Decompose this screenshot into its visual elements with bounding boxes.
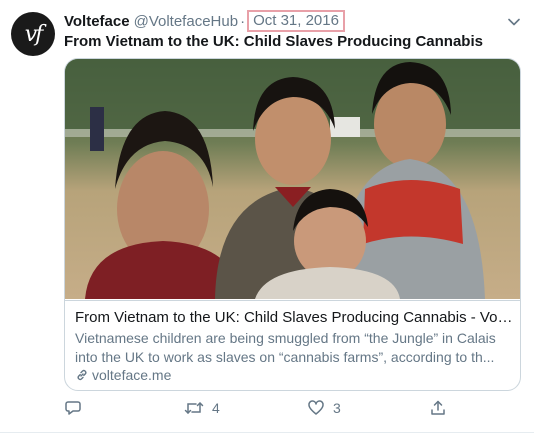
card-domain-link[interactable]: volteface.me — [75, 367, 171, 383]
card-image[interactable] — [65, 59, 520, 299]
retweet-count: 4 — [212, 400, 220, 416]
retweet-button[interactable]: 4 — [184, 397, 220, 419]
reply-icon — [65, 401, 81, 415]
heart-icon — [308, 400, 324, 415]
card-domain[interactable]: volteface.me — [92, 367, 171, 383]
share-icon — [431, 400, 445, 415]
tweet-header: Volteface @VoltefaceHub · Oct 31, 2016 — [64, 10, 345, 32]
chevron-down-icon[interactable] — [506, 14, 522, 30]
retweet-icon — [184, 402, 204, 414]
avatar-logo-text: vf — [24, 21, 44, 47]
tweet-actions: 4 3 — [64, 397, 519, 419]
tweet[interactable]: vf Volteface @VoltefaceHub · Oct 31, 201… — [0, 0, 534, 433]
like-count: 3 — [333, 400, 341, 416]
separator-dot: · — [240, 12, 246, 30]
like-button[interactable]: 3 — [307, 397, 341, 419]
tweet-text: From Vietnam to the UK: Child Slaves Pro… — [64, 33, 483, 50]
card-title[interactable]: From Vietnam to the UK: Child Slaves Pro… — [75, 309, 515, 326]
reply-button[interactable] — [64, 397, 82, 419]
card-description: Vietnamese children are being smuggled f… — [75, 329, 515, 367]
share-button[interactable] — [429, 397, 447, 419]
card-body[interactable]: From Vietnam to the UK: Child Slaves Pro… — [65, 300, 520, 390]
link-card[interactable]: From Vietnam to the UK: Child Slaves Pro… — [64, 58, 521, 391]
card-description-line-2: into the UK to work as slaves on “cannab… — [75, 349, 495, 365]
avatar[interactable]: vf — [11, 12, 55, 56]
author-handle[interactable]: @VoltefaceHub — [134, 13, 238, 30]
link-icon — [77, 369, 87, 381]
author-name[interactable]: Volteface — [64, 13, 130, 30]
tweet-date[interactable]: Oct 31, 2016 — [247, 10, 345, 32]
card-description-line-1: Vietnamese children are being smuggled f… — [75, 330, 496, 346]
